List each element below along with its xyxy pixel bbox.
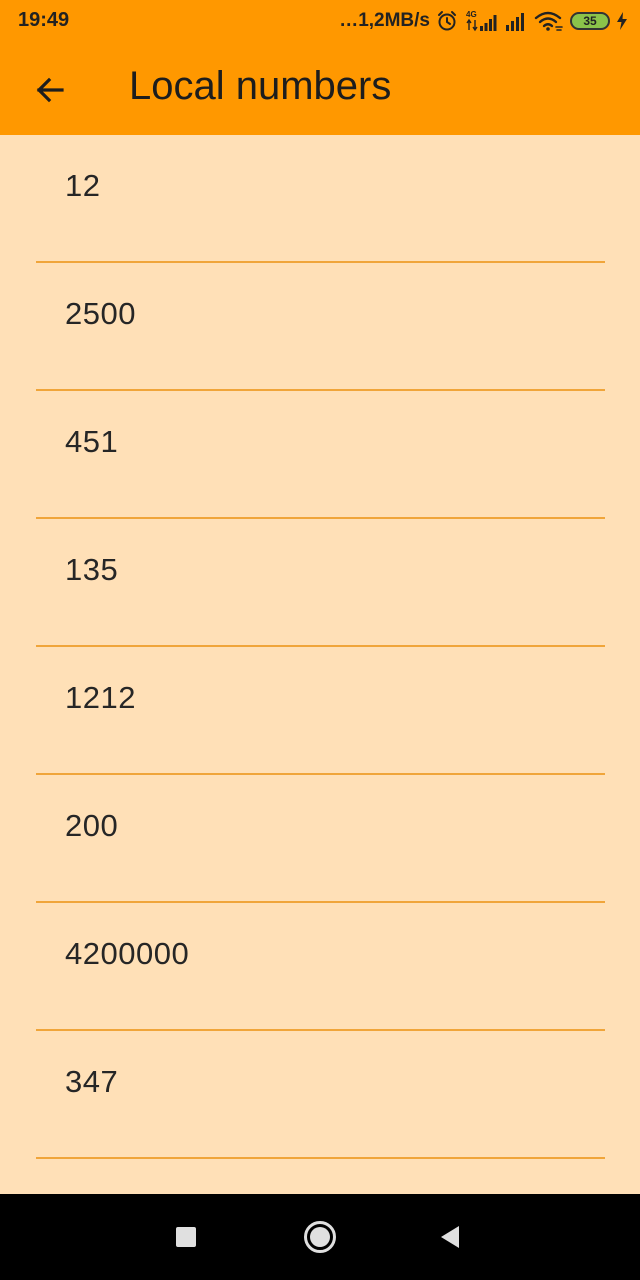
network-speed: …1,2MB/s [339,10,430,31]
navigation-bar [0,1194,640,1280]
app-bar: Local numbers [0,44,640,135]
list-item[interactable]: 347 [36,1031,605,1159]
number-value: 347 [65,1064,119,1099]
number-value: 1212 [65,680,136,715]
number-value: 2500 [65,296,136,331]
status-bar: 19:49 …1,2MB/s 4G 35 [0,0,640,44]
signal-icon [506,13,524,31]
alarm-icon [438,11,456,31]
list-item[interactable]: 12 [36,135,605,263]
back-button[interactable] [22,66,78,114]
network-type-label: 4G [466,10,477,19]
home-circle-icon [304,1221,336,1253]
signal-4g-icon: 4G [466,10,497,32]
number-list: 12 2500 451 135 1212 200 4200000 347 [36,135,605,1159]
top-bar: 19:49 …1,2MB/s 4G 35 Local numbers [0,0,640,135]
status-time: 19:49 [18,9,70,31]
wifi-icon [534,11,563,31]
page-title: Local numbers [129,64,392,108]
list-item[interactable]: 4200000 [36,903,605,1031]
list-item[interactable]: 1212 [36,647,605,775]
recents-button[interactable] [164,1215,208,1259]
list-item[interactable]: 451 [36,391,605,519]
arrow-back-icon [36,77,64,103]
status-icons: …1,2MB/s 4G 35 [339,8,628,34]
back-triangle-icon [441,1226,459,1248]
number-value: 4200000 [65,936,190,971]
number-value: 135 [65,552,119,587]
list-item[interactable]: 200 [36,775,605,903]
recents-square-icon [176,1227,196,1247]
nav-back-button[interactable] [428,1215,472,1259]
home-button[interactable] [298,1215,342,1259]
list-item[interactable]: 2500 [36,263,605,391]
battery-icon: 35 [570,12,610,30]
list-item[interactable]: 135 [36,519,605,647]
charging-icon [617,12,627,30]
number-value: 200 [65,808,119,843]
number-value: 12 [65,168,101,203]
battery-level: 35 [583,14,597,28]
number-value: 451 [65,424,119,459]
